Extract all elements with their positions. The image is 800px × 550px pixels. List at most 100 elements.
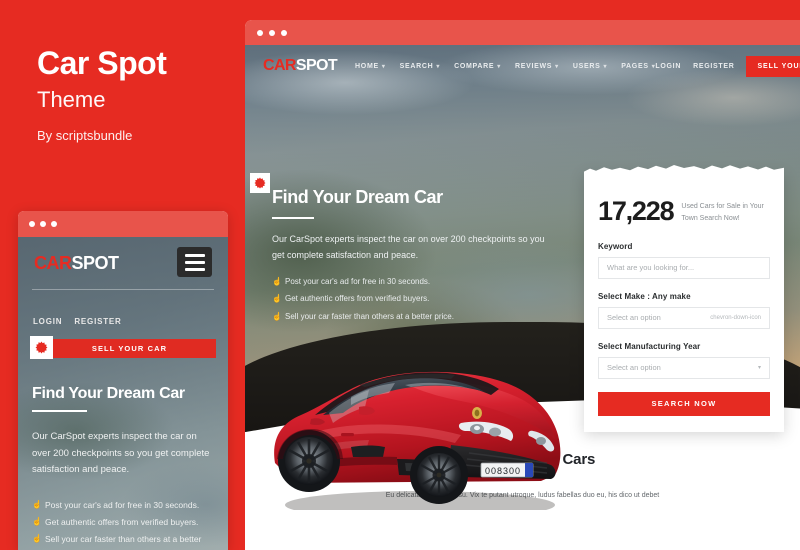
gear-icon[interactable] <box>30 336 53 359</box>
list-item-label: Sell your car faster than others at a be… <box>285 312 454 322</box>
listing-count-row: 17,228 Used Cars for Sale in Your Town S… <box>598 198 770 226</box>
chevron-down-icon: ▾ <box>603 63 608 70</box>
page-root: Car Spot Theme By scriptsbundle CARSPOT <box>0 0 800 550</box>
mobile-login-link[interactable]: LOGIN <box>33 317 62 326</box>
left-promo-panel: Car Spot Theme By scriptsbundle CARSPOT <box>0 0 245 550</box>
mobile-logo[interactable]: CARSPOT <box>34 253 119 274</box>
window-dot-maximize-icon[interactable] <box>281 29 287 36</box>
year-label: Select Manufacturing Year <box>598 341 701 351</box>
thumbs-up-icon: ☝ <box>272 312 282 322</box>
list-item-label: Get authentic offers from verified buyer… <box>45 517 199 528</box>
car-search-panel: 17,228 Used Cars for Sale in Your Town S… <box>584 164 784 432</box>
mobile-hero: CARSPOT LOGIN REGISTER SELL YOUR CAR Fin… <box>18 237 228 550</box>
list-item-label: Post your car's ad for free in 30 second… <box>285 276 431 286</box>
sell-your-car-button[interactable]: SELL YOUR CAR <box>746 55 800 77</box>
nav-item-reviews[interactable]: REVIEWS ▾ <box>515 63 559 70</box>
thumbs-up-icon: ☝ <box>32 534 42 544</box>
nav-label: USERS <box>572 62 601 70</box>
nav-item-pages[interactable]: PAGES ▾ <box>621 63 655 70</box>
window-dot-minimize-icon[interactable] <box>269 29 275 36</box>
logo-car: CAR <box>263 57 296 74</box>
make-select[interactable]: Select an option chevron-down-icon <box>598 306 770 329</box>
brand-block: Car Spot Theme By scriptsbundle <box>37 45 237 143</box>
login-link[interactable]: LOGIN <box>655 63 681 70</box>
chevron-down-icon: ▾ <box>555 63 559 70</box>
chevron-down-icon: ▾ <box>436 63 441 70</box>
chevron-down-icon: chevron-down-icon <box>710 314 761 321</box>
list-item-label: Get authentic offers from verified buyer… <box>285 294 430 304</box>
hamburger-icon[interactable] <box>177 247 212 277</box>
register-link[interactable]: REGISTER <box>693 63 734 70</box>
mobile-logo-spot: SPOT <box>71 253 120 273</box>
window-dot-close-icon[interactable] <box>29 221 35 227</box>
mobile-register-link[interactable]: REGISTER <box>74 317 121 326</box>
desktop-hero-section: CARSPOT HOME ▾ SEARCH ▾ COMPARE ▾ REVIEWS ▾ … <box>245 45 800 510</box>
hero-heading: Find Your Dream Car <box>272 187 443 207</box>
window-dot-minimize-icon[interactable] <box>40 221 46 227</box>
listing-count-caption: Used Cars for Sale in Your Town Search N… <box>681 203 764 223</box>
nav-item-home[interactable]: HOME ▾ <box>355 63 386 70</box>
mobile-sell-your-car-button[interactable]: SELL YOUR CAR <box>43 339 216 358</box>
logo-spot: SPOT <box>295 57 338 74</box>
mobile-sell-label: SELL YOUR CAR <box>91 344 168 353</box>
hero-content: Find Your Dream Car Our CarSpot experts … <box>272 187 572 329</box>
list-item-label: Post your car's ad for free in 30 second… <box>45 500 200 510</box>
hero-description: Our CarSpot experts inspect the car on o… <box>272 234 545 260</box>
desktop-preview-window: CARSPOT HOME ▾ SEARCH ▾ COMPARE ▾ REVIEWS ▾ … <box>245 20 800 550</box>
list-item: ☝ Post your car's ad for free in 30 secon… <box>32 499 218 512</box>
nav-item-compare[interactable]: COMPARE ▾ <box>454 63 501 70</box>
make-select-value: Select an option <box>607 313 661 322</box>
nav-label: COMPARE <box>454 62 495 70</box>
nav-label: HOME <box>355 62 379 70</box>
thumbs-up-icon: ☝ <box>32 500 42 509</box>
list-item: ☝ Post your car's ad for free in 30 secon… <box>272 276 572 289</box>
mobile-logo-car: CAR <box>34 253 72 273</box>
hero-car-image: 008300 <box>274 371 561 510</box>
svg-text:008300: 008300 <box>485 466 521 476</box>
search-now-button[interactable]: SEARCH NOW <box>598 391 770 416</box>
thumbs-up-icon: ☝ <box>272 276 282 286</box>
thumbs-up-icon: ☝ <box>32 517 42 527</box>
year-select[interactable]: Select an option ▾ <box>598 356 770 379</box>
mobile-benefit-list: ☝ Post your car's ad for free in 30 secon… <box>32 499 218 550</box>
nav-label: SEARCH <box>399 62 434 70</box>
mobile-preview-window: CARSPOT LOGIN REGISTER SELL YOUR CAR Fin… <box>18 211 228 550</box>
window-dot-close-icon[interactable] <box>257 29 263 36</box>
desktop-titlebar <box>245 20 800 45</box>
hero-heading-rule <box>272 217 314 219</box>
chevron-down-icon: ▾ <box>757 365 761 371</box>
nav-label: REVIEWS <box>514 62 553 70</box>
hero-benefit-list: ☝ Post your car's ad for free in 30 secon… <box>272 276 572 324</box>
author-credit: By scriptsbundle <box>37 127 133 143</box>
chevron-down-icon: ▾ <box>381 63 386 70</box>
make-label: Select Make : Any make <box>598 291 691 301</box>
nav-menu: HOME ▾ SEARCH ▾ COMPARE ▾ REVIEWS ▾ USERS ▾ P… <box>355 63 655 70</box>
thumbs-up-icon: ☝ <box>272 294 282 304</box>
window-dot-maximize-icon[interactable] <box>51 221 57 227</box>
mobile-hero-description: Our CarSpot experts inspect the car on o… <box>32 431 210 476</box>
mobile-titlebar <box>18 211 228 237</box>
list-item-label: Sell your car faster than others at a be… <box>45 534 202 550</box>
year-select-value: Select an option <box>607 363 661 372</box>
chevron-down-icon: ▾ <box>497 63 501 70</box>
mobile-divider <box>32 289 214 290</box>
list-item: ☝ Get authentic offers from verified buye… <box>32 516 218 529</box>
gear-icon[interactable] <box>250 173 270 193</box>
nav-item-users[interactable]: USERS ▾ <box>573 63 607 70</box>
nav-item-search[interactable]: SEARCH ▾ <box>400 63 440 70</box>
search-input[interactable]: What are you looking for... <box>598 256 770 279</box>
mobile-auth-links: LOGIN REGISTER <box>33 317 122 326</box>
page-title: Car Spot <box>37 45 167 81</box>
mobile-heading-rule <box>32 410 87 412</box>
list-item: ☝ Sell your car faster than others at a b… <box>32 533 218 550</box>
listing-count: 17,228 <box>598 196 675 226</box>
main-navigation-bar: CARSPOT HOME ▾ SEARCH ▾ COMPARE ▾ REVIEWS ▾ … <box>245 45 800 87</box>
nav-actions: LOGIN REGISTER SELL YOUR CAR <box>655 55 800 77</box>
chevron-down-icon: ▾ <box>651 63 656 70</box>
mobile-hero-heading: Find Your Dream Car <box>32 385 185 402</box>
keyword-label: Keyword <box>598 241 633 251</box>
page-subtitle: Theme <box>37 87 106 113</box>
list-item: ☝ Sell your car faster than others at a b… <box>272 311 572 324</box>
site-logo[interactable]: CARSPOT <box>263 57 338 75</box>
list-item: ☝ Get authentic offers from verified buye… <box>272 293 572 306</box>
